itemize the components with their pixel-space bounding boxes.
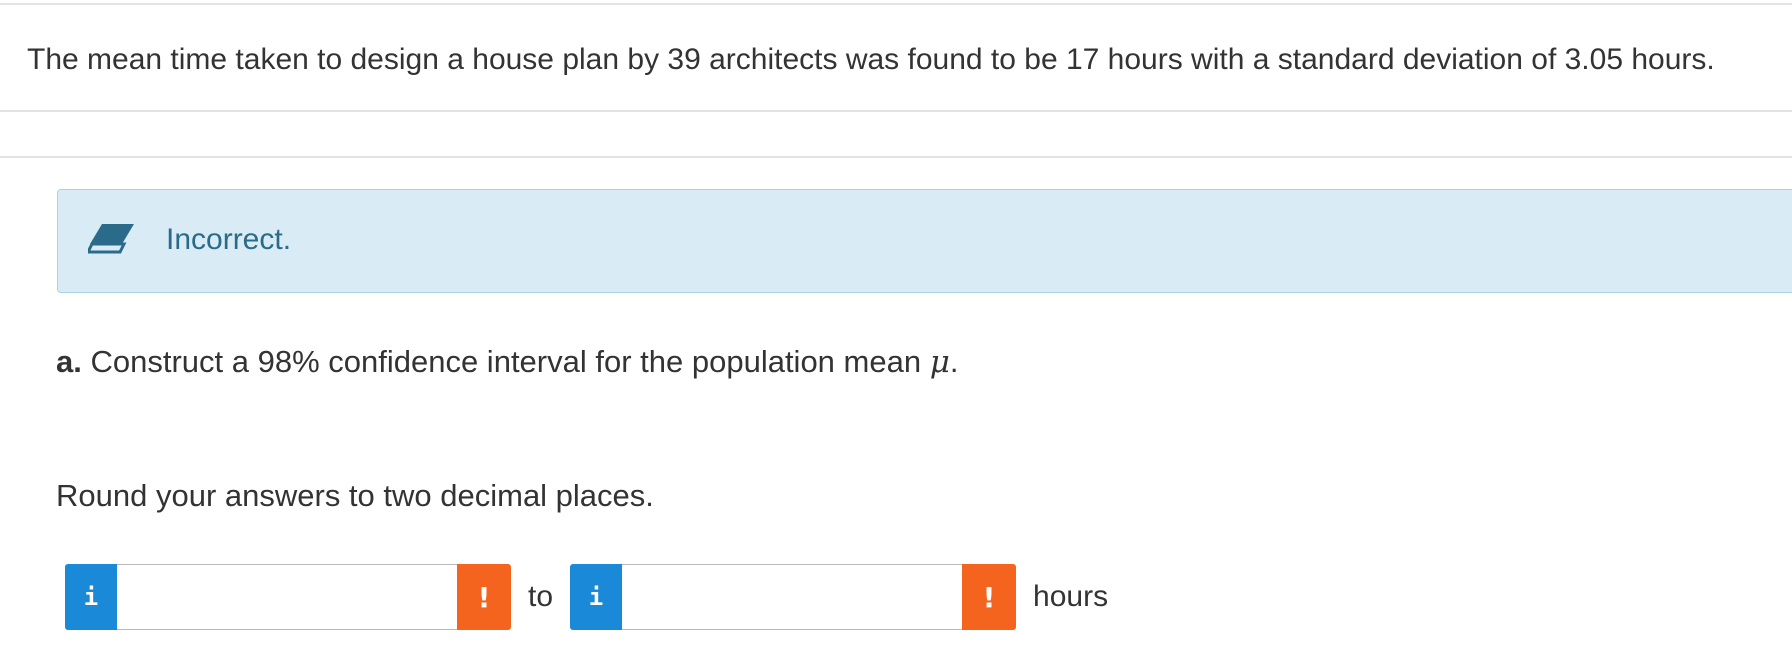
part-letter: a. <box>56 344 82 379</box>
upper-warning-button[interactable]: ! <box>962 564 1017 630</box>
upper-info-button[interactable]: i <box>570 564 623 630</box>
answer-row: i ! to i ! hours <box>65 564 1108 630</box>
part-a-end: . <box>949 344 959 379</box>
part-a-prompt: a. Construct a 98% confidence interval f… <box>56 340 958 384</box>
interval-separator: to <box>528 580 554 613</box>
lower-warning-button[interactable]: ! <box>457 564 511 630</box>
eraser-icon <box>85 220 136 256</box>
unit-label: hours <box>1033 580 1109 613</box>
stem-divider <box>0 110 1792 112</box>
lower-info-button[interactable]: i <box>65 564 117 630</box>
upper-bound-input[interactable] <box>622 564 963 630</box>
rounding-instruction: Round your answers to two decimal places… <box>56 478 654 513</box>
question-page: The mean time taken to design a house pl… <box>0 0 1792 668</box>
mu-symbol: μ <box>929 344 950 380</box>
question-stem: The mean time taken to design a house pl… <box>27 43 1715 76</box>
section-divider <box>0 156 1792 158</box>
lower-bound-input[interactable] <box>117 564 457 630</box>
top-divider <box>0 3 1792 5</box>
feedback-banner: Incorrect. <box>57 189 1792 293</box>
feedback-message: Incorrect. <box>166 223 292 256</box>
part-a-text: Construct a 98% confidence interval for … <box>81 344 930 379</box>
